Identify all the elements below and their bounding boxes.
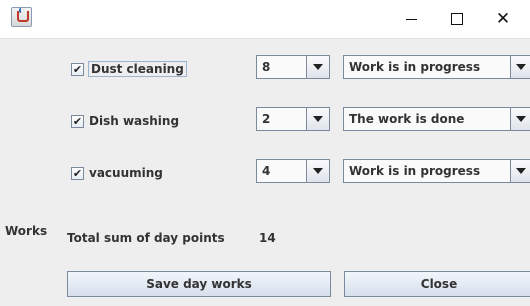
dropdown-arrow-button[interactable]: [510, 160, 530, 182]
minimize-icon: [405, 18, 417, 20]
task-label: Dust cleaning: [88, 61, 187, 77]
java-cup-icon: [11, 7, 32, 27]
chevron-down-icon: [313, 64, 323, 70]
chevron-down-icon: [313, 168, 323, 174]
points-combo-vacuuming[interactable]: 4: [256, 159, 330, 183]
total-points-label: Total sum of day points: [67, 231, 225, 245]
chevron-down-icon: [516, 116, 526, 122]
dropdown-arrow-button[interactable]: [306, 108, 329, 130]
title-bar: ✕: [0, 0, 530, 39]
checkbox-check-icon: ✔: [71, 166, 84, 180]
points-value: 2: [262, 112, 271, 126]
status-value: Work is in progress: [349, 60, 481, 74]
task-checkbox-vacuuming[interactable]: ✔ vacuuming: [71, 163, 163, 183]
dropdown-arrow-button[interactable]: [510, 108, 530, 130]
status-combo-dust-cleaning[interactable]: Work is in progress: [343, 55, 530, 79]
task-checkbox-dust-cleaning[interactable]: ✔ Dust cleaning: [71, 59, 187, 79]
chevron-down-icon: [313, 116, 323, 122]
task-label: vacuuming: [89, 166, 163, 180]
checkbox-check-icon: ✔: [71, 114, 84, 128]
close-icon: ✕: [495, 8, 511, 29]
close-window-button[interactable]: ✕: [480, 0, 526, 38]
minimize-button[interactable]: [388, 0, 434, 38]
points-combo-dust-cleaning[interactable]: 8: [256, 55, 330, 79]
total-points-value: 14: [259, 231, 276, 245]
points-value: 4: [262, 164, 271, 178]
maximize-icon: [451, 13, 463, 25]
points-value: 8: [262, 60, 271, 74]
dropdown-arrow-button[interactable]: [510, 56, 530, 78]
close-button[interactable]: Close: [344, 271, 530, 297]
chevron-down-icon: [516, 64, 526, 70]
status-value: The work is done: [349, 112, 465, 126]
status-combo-dish-washing[interactable]: The work is done: [343, 107, 530, 131]
dropdown-arrow-button[interactable]: [306, 160, 329, 182]
task-checkbox-dish-washing[interactable]: ✔ Dish washing: [71, 111, 179, 131]
task-label: Dish washing: [89, 114, 180, 128]
checkbox-check-icon: ✔: [71, 62, 84, 76]
dropdown-arrow-button[interactable]: [306, 56, 329, 78]
points-combo-dish-washing[interactable]: 2: [256, 107, 330, 131]
chevron-down-icon: [516, 168, 526, 174]
works-section-label: Works: [5, 224, 48, 238]
status-value: Work is in progress: [349, 164, 481, 178]
save-day-works-button[interactable]: Save day works: [67, 271, 331, 297]
status-combo-vacuuming[interactable]: Work is in progress: [343, 159, 530, 183]
maximize-button[interactable]: [434, 0, 480, 38]
